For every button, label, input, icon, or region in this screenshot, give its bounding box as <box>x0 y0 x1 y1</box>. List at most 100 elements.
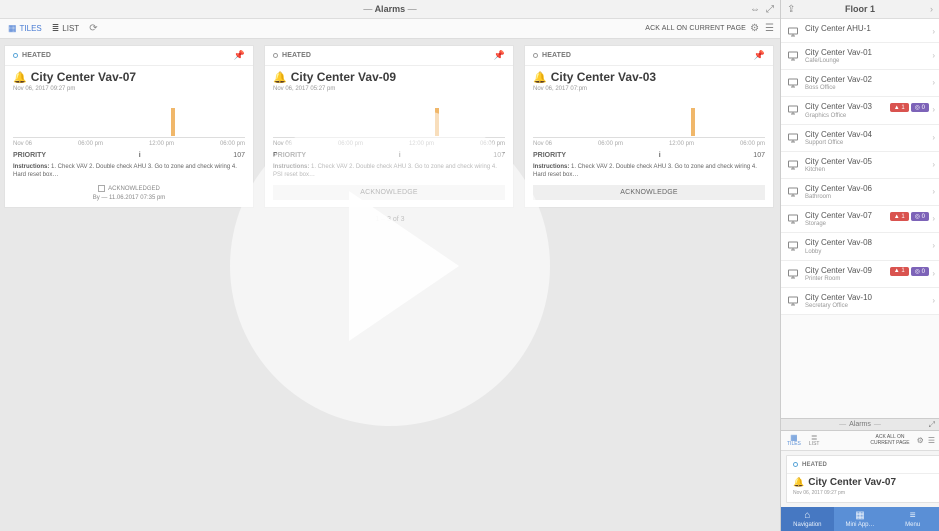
compass-icon: ⌂ <box>804 511 810 521</box>
filter-icon[interactable]: ⚙ <box>917 436 924 445</box>
device-row[interactable]: City Center AHU-1› <box>781 19 939 43</box>
chevron-right-icon[interactable]: › <box>930 4 933 14</box>
alarm-tile[interactable]: HEATED 📌 🔔City Center Vav-07 Nov 06, 201… <box>4 45 254 208</box>
acknowledge-button[interactable]: ACKNOWLEDGE <box>533 185 765 200</box>
bell-icon: 🔔 <box>273 71 287 84</box>
alarm-tile[interactable]: HEATED 📌 🔔City Center Vav-03 Nov 06, 201… <box>524 45 774 208</box>
device-room: Boss Office <box>805 85 933 91</box>
ack-status: ACKNOWLEDGED <box>13 185 245 192</box>
device-row[interactable]: City Center Vav-06Bathroom› <box>781 179 939 206</box>
chevron-right-icon: › <box>932 296 935 305</box>
alarm-tile[interactable]: HEATED 📌 🔔City Center Vav-09 Nov 06, 201… <box>264 45 514 208</box>
tile-chart: Nov 06 06:00 pm 12:00 pm 06:00 pm <box>273 100 505 138</box>
right-alarm-tile[interactable]: HEATED 📌 🔔City Center Vav-07 Nov 06, 201… <box>786 455 939 503</box>
right-ack-all-button[interactable]: ACK ALL ON CURRENT PAGE <box>867 435 913 446</box>
alarm-count-badge: ▲ 1 <box>890 267 909 276</box>
device-row[interactable]: City Center Vav-07Storage▲ 1◎ 0› <box>781 206 939 233</box>
tile-instructions: Instructions: 1. Check VAV 2. Double che… <box>273 163 505 179</box>
device-icon <box>787 76 799 88</box>
share-icon[interactable]: ⇪ <box>787 4 795 15</box>
device-icon <box>787 131 799 143</box>
device-row[interactable]: City Center Vav-04Support Office› <box>781 125 939 152</box>
device-row[interactable]: City Center Vav-03Graphics Office▲ 1◎ 0› <box>781 97 939 124</box>
link-icon[interactable]: ⇔ <box>750 4 760 15</box>
chart-tick: 06:00 pm <box>480 141 505 147</box>
override-count-badge: ◎ 0 <box>911 267 929 276</box>
main-header: Alarms ⇔ ⤢ <box>0 0 780 19</box>
page-title: Alarms <box>363 4 416 14</box>
chevron-right-icon: › <box>932 214 935 223</box>
tile-instructions: Instructions: 1. Check VAV 2. Double che… <box>533 163 765 179</box>
nav-navigation-button[interactable]: ⌂Navigation <box>781 507 834 531</box>
refresh-icon[interactable]: ⟳ <box>89 23 97 34</box>
device-row[interactable]: City Center Vav-08Lobby› <box>781 233 939 260</box>
chart-tick: 12:00 pm <box>149 141 174 147</box>
device-row[interactable]: City Center Vav-10Secretary Office› <box>781 288 939 315</box>
bell-icon: 🔔 <box>533 71 547 84</box>
tiles-container: HEATED 📌 🔔City Center Vav-07 Nov 06, 201… <box>0 39 780 210</box>
right-alarms-header: Alarms ⤢ <box>781 418 939 431</box>
chevron-right-icon: › <box>932 27 935 36</box>
list-label: LIST <box>62 24 79 33</box>
device-name: City Center Vav-04 <box>805 130 933 139</box>
chevron-right-icon: › <box>932 133 935 142</box>
view-tiles-button[interactable]: ▦ TILES <box>8 23 42 34</box>
settings-icon[interactable]: ☰ <box>765 23 774 34</box>
chart-tick: 06:00 pm <box>78 141 103 147</box>
expand-icon[interactable]: ⤢ <box>929 420 935 430</box>
settings-icon[interactable]: ☰ <box>928 436 935 445</box>
chevron-right-icon: › <box>932 187 935 196</box>
device-room: Storage <box>805 221 933 227</box>
device-row[interactable]: City Center Vav-09Printer Room▲ 1◎ 0› <box>781 261 939 288</box>
right-view-list-button[interactable]: ≣LIST <box>809 434 820 447</box>
device-icon <box>787 49 799 61</box>
priority-label: PRIORITY <box>13 152 46 159</box>
device-icon <box>787 294 799 306</box>
tile-title: City Center Vav-09 <box>291 70 396 84</box>
state-dot-icon <box>793 462 798 467</box>
tile-chart: Nov 06 06:00 pm 12:00 pm 06:00 pm <box>13 100 245 138</box>
override-count-badge: ◎ 0 <box>911 212 929 221</box>
tile-timestamp: Nov 06, 2017 05:27 pm <box>273 86 505 92</box>
acknowledge-button[interactable]: ACKNOWLEDGE <box>273 185 505 200</box>
override-count-badge: ◎ 0 <box>911 103 929 112</box>
device-row[interactable]: City Center Vav-01Cafe/Lounge› <box>781 43 939 70</box>
pin-icon[interactable]: 📌 <box>234 50 245 61</box>
expand-icon[interactable]: ⤢ <box>766 4 774 15</box>
priority-value: 107 <box>233 152 245 159</box>
chart-tick: 12:00 pm <box>409 141 434 147</box>
filter-icon[interactable]: ⚙ <box>750 23 759 34</box>
pin-icon[interactable]: 📌 <box>754 50 765 61</box>
device-row[interactable]: City Center Vav-02Boss Office› <box>781 70 939 97</box>
bottom-bar: ⌂Navigation ▦Mini App… ≡Menu <box>781 507 939 531</box>
alarm-count-badge: ▲ 1 <box>890 103 909 112</box>
tile-timestamp: Nov 06, 2017 09:27 pm <box>793 490 939 496</box>
right-title: Floor 1 <box>845 4 875 14</box>
ack-all-button[interactable]: ACK ALL ON CURRENT PAGE <box>645 25 746 32</box>
nav-menu-button[interactable]: ≡Menu <box>886 507 939 531</box>
device-icon <box>787 25 799 37</box>
device-row[interactable]: City Center Vav-05Kitchen› <box>781 152 939 179</box>
right-view-tiles-button[interactable]: ▦TILES <box>787 434 801 447</box>
tile-chart: Nov 06 06:00 pm 12:00 pm 06:00 pm <box>533 100 765 138</box>
device-name: City Center Vav-08 <box>805 238 933 247</box>
nav-miniapp-button[interactable]: ▦Mini App… <box>834 507 887 531</box>
view-list-button[interactable]: ≣ LIST <box>52 23 79 34</box>
device-room: Printer Room <box>805 276 933 282</box>
device-name: City Center Vav-01 <box>805 48 933 57</box>
device-name: City Center Vav-10 <box>805 293 933 302</box>
tile-state: HEATED <box>542 52 571 59</box>
ack-by: By — 11.06.2017 07:35 pm <box>13 195 245 201</box>
pin-icon[interactable]: 📌 <box>494 50 505 61</box>
bell-icon: 🔔 <box>13 71 27 84</box>
device-room: Graphics Office <box>805 113 933 119</box>
tile-instructions: Instructions: 1. Check VAV 2. Double che… <box>13 163 245 179</box>
chevron-right-icon: › <box>932 269 935 278</box>
device-list[interactable]: City Center AHU-1›City Center Vav-01Cafe… <box>781 19 939 418</box>
chevron-right-icon: › <box>932 78 935 87</box>
tile-title: City Center Vav-03 <box>551 70 656 84</box>
chevron-right-icon: › <box>932 160 935 169</box>
device-icon <box>787 103 799 115</box>
state-dot-icon <box>533 53 538 58</box>
device-name: City Center Vav-06 <box>805 184 933 193</box>
